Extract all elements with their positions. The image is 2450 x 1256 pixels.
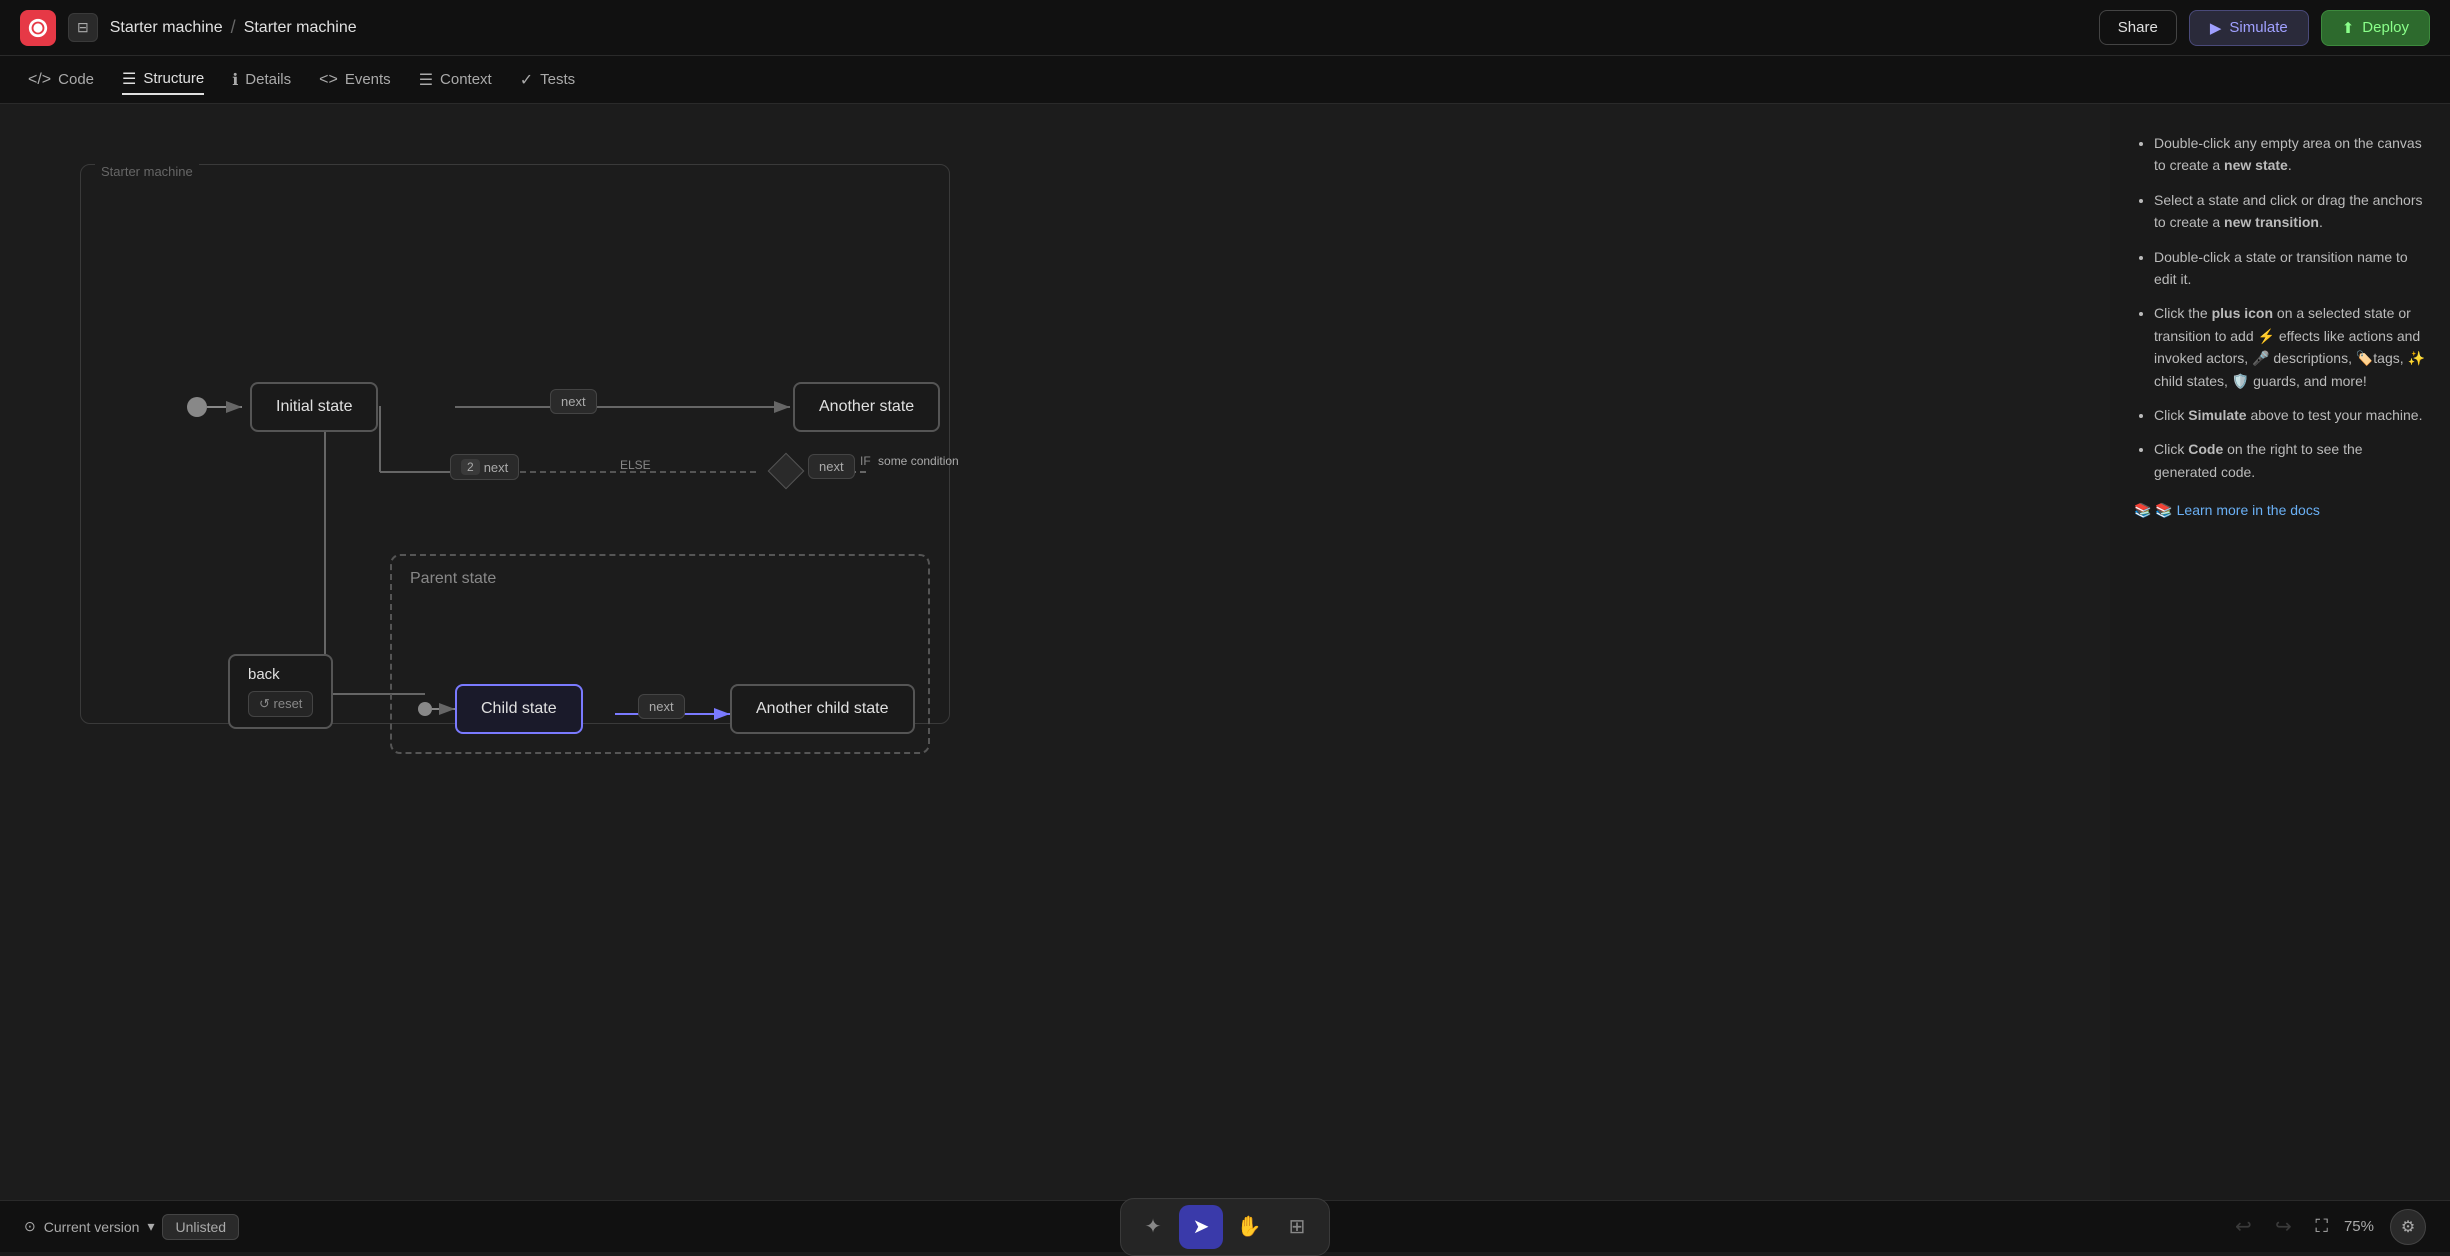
hint-item-3: Double-click a state or transition name … — [2154, 246, 2426, 291]
another-child-state-label: Another child state — [756, 700, 889, 717]
events-icon: <> — [319, 71, 338, 89]
code-icon: </> — [28, 71, 51, 89]
bottom-bar: ⊙ Current version ▾ Unlisted ✦ ➤ ✋ ⊞ ↩ ↪… — [0, 1200, 2450, 1252]
initial-state-label: Initial state — [276, 398, 352, 415]
current-version-icon: ⊙ — [24, 1218, 36, 1235]
another-child-state-node[interactable]: Another child state — [730, 684, 915, 734]
reset-label: ↺ reset — [259, 696, 302, 712]
canvas[interactable]: Starter machine — [0, 104, 2110, 1200]
next3-text: next — [819, 459, 844, 474]
hint-item-5: Click Simulate above to test your machin… — [2154, 404, 2426, 426]
current-version-label: Current version — [44, 1219, 140, 1235]
hint-item-4: Click the plus icon on a selected state … — [2154, 302, 2426, 392]
machine-label: Starter machine — [95, 164, 199, 179]
next2-text: next — [484, 460, 509, 475]
details-label: Details — [245, 71, 291, 88]
code-label: Code — [58, 71, 94, 88]
zoom-percentage: 75% — [2344, 1218, 2374, 1235]
hint-item-6: Click Code on the right to see the gener… — [2154, 438, 2426, 483]
simulate-label: Simulate — [2229, 19, 2287, 36]
redo-button[interactable]: ↪ — [2267, 1211, 2299, 1243]
tests-label: Tests — [540, 71, 575, 88]
another-state-label: Another state — [819, 398, 914, 415]
another-state-node[interactable]: Another state — [793, 382, 940, 432]
tab-structure[interactable]: ☰ Structure — [122, 65, 204, 95]
tool-palette: ✦ ➤ ✋ ⊞ — [1120, 1198, 1330, 1256]
hand-tool-button[interactable]: ✋ — [1227, 1205, 1271, 1249]
secondary-toolbar: </> Code ☰ Structure ℹ Details <> Events… — [0, 56, 2450, 104]
hint-docs-link-container: 📚 📚 Learn more in the docs — [2134, 499, 2426, 521]
parent-state-label: Parent state — [410, 570, 496, 588]
back-state-node[interactable]: back ↺ reset — [228, 654, 333, 729]
structure-icon: ☰ — [122, 69, 136, 89]
settings-icon: ⚙ — [2401, 1217, 2415, 1237]
topbar: ⊟ Starter machine / Starter machine Shar… — [0, 0, 2450, 56]
topbar-left: ⊟ Starter machine / Starter machine — [20, 10, 357, 46]
topbar-right: Share ▶ Simulate ⬆ Deploy — [2099, 10, 2430, 46]
version-badge: Unlisted — [162, 1214, 239, 1240]
logo[interactable] — [20, 10, 56, 46]
transition-else: ELSE — [610, 454, 661, 476]
undo-redo-group: ↩ ↪ — [2227, 1211, 2299, 1243]
cond-num: 2 — [461, 459, 480, 475]
structure-label: Structure — [143, 70, 204, 87]
hint-item-2: Select a state and click or drag the anc… — [2154, 189, 2426, 234]
details-icon: ℹ — [232, 70, 238, 90]
hints-list: Double-click any empty area on the canva… — [2134, 132, 2426, 483]
share-button[interactable]: Share — [2099, 10, 2177, 45]
reset-button[interactable]: ↺ reset — [248, 691, 313, 717]
back-label: back — [248, 666, 313, 683]
undo-button[interactable]: ↩ — [2227, 1211, 2259, 1243]
child-state-node[interactable]: Child state — [455, 684, 583, 734]
tests-icon: ✓ — [520, 70, 533, 90]
child-state-label: Child state — [481, 700, 557, 717]
settings-button[interactable]: ⚙ — [2390, 1209, 2426, 1245]
main-area: Starter machine — [0, 104, 2450, 1200]
deploy-button[interactable]: ⬆ Deploy — [2321, 10, 2430, 46]
plus-tool-button[interactable]: ⊞ — [1275, 1205, 1319, 1249]
fullscreen-button[interactable]: ⛶ — [2315, 1216, 2328, 1237]
version-section[interactable]: ⊙ Current version ▾ Unlisted — [24, 1214, 239, 1240]
learn-more-link[interactable]: 📚 📚 Learn more in the docs — [2134, 502, 2320, 518]
events-label: Events — [345, 71, 391, 88]
hints-panel: Double-click any empty area on the canva… — [2110, 104, 2450, 1200]
simulate-icon: ▶ — [2210, 19, 2222, 37]
transition-next4[interactable]: next — [638, 694, 685, 719]
layout-toggle-button[interactable]: ⊟ — [68, 13, 98, 42]
context-icon: ☰ — [419, 70, 433, 90]
initial-state-node[interactable]: Initial state — [250, 382, 378, 432]
tab-details[interactable]: ℹ Details — [232, 66, 291, 94]
transition-next3[interactable]: next — [808, 454, 855, 479]
breadcrumb-separator: / — [231, 17, 236, 38]
deploy-icon: ⬆ — [2342, 19, 2355, 37]
breadcrumb-part1[interactable]: Starter machine — [110, 19, 223, 37]
pointer-tool-button[interactable]: ➤ — [1179, 1205, 1223, 1249]
context-label: Context — [440, 71, 492, 88]
if-text: IF some condition — [860, 454, 959, 468]
tab-tests[interactable]: ✓ Tests — [520, 66, 575, 94]
bottom-right-controls: ↩ ↪ ⛶ 75% ⚙ — [2227, 1209, 2426, 1245]
simulate-button[interactable]: ▶ Simulate — [2189, 10, 2309, 46]
child-initial-dot — [418, 702, 432, 716]
transition-next1[interactable]: next — [550, 389, 597, 414]
chevron-down-icon: ▾ — [147, 1218, 154, 1235]
sparkle-tool-button[interactable]: ✦ — [1131, 1205, 1175, 1249]
breadcrumb-part2[interactable]: Starter machine — [244, 19, 357, 37]
tab-code[interactable]: </> Code — [28, 67, 94, 93]
transition-next2[interactable]: 2 next — [450, 454, 519, 480]
breadcrumb: Starter machine / Starter machine — [110, 17, 357, 38]
tab-context[interactable]: ☰ Context — [419, 66, 492, 94]
hint-item-1: Double-click any empty area on the canva… — [2154, 132, 2426, 177]
deploy-label: Deploy — [2362, 19, 2409, 36]
tab-events[interactable]: <> Events — [319, 67, 391, 93]
